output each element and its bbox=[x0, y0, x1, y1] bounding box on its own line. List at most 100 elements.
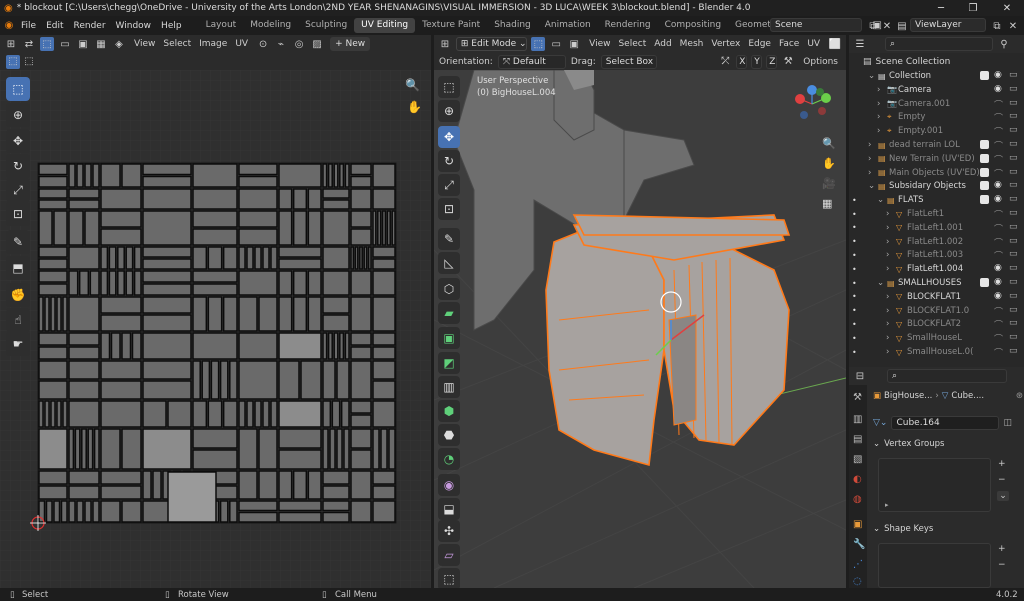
snap-icon[interactable]: ⌁ bbox=[274, 37, 288, 51]
inset-tool-icon[interactable]: ▣ bbox=[438, 327, 460, 349]
knife-tool-icon[interactable]: ⬢ bbox=[438, 400, 460, 422]
tool-tab-icon[interactable]: ⚒ bbox=[853, 392, 862, 403]
expand-arrow-icon[interactable]: › bbox=[886, 347, 889, 357]
sync-selection-icon[interactable]: ⇄ bbox=[22, 37, 36, 51]
vertex-select-icon[interactable]: ⬚ bbox=[40, 37, 54, 51]
mesh-browse-icon[interactable]: ▽⌄ bbox=[873, 418, 887, 428]
visibility-eye-icon[interactable]: ⌒ bbox=[994, 236, 1003, 249]
viewport-zoom-icon[interactable]: 🔍 bbox=[822, 137, 836, 150]
viewport-menu-face[interactable]: Face bbox=[775, 39, 803, 49]
visibility-eye-icon[interactable]: ⌒ bbox=[994, 111, 1003, 124]
island-select-icon[interactable]: ▦ bbox=[94, 37, 108, 51]
add-vertex-group-icon[interactable]: + bbox=[998, 459, 1006, 469]
outliner-row[interactable]: • ⌄ ▤ SMALLHOUSES ◉ ▭ bbox=[849, 276, 1024, 290]
expand-arrow-icon[interactable]: › bbox=[886, 250, 889, 260]
tab-layout[interactable]: Layout bbox=[199, 18, 244, 33]
axis-x-toggle[interactable]: X bbox=[736, 54, 748, 69]
render-camera-icon[interactable]: ▭ bbox=[1009, 84, 1018, 94]
view-layer-field[interactable]: ViewLayer bbox=[910, 18, 986, 32]
shear-tool-icon[interactable]: ▱ bbox=[438, 544, 460, 566]
menu-edit[interactable]: Edit bbox=[41, 21, 68, 31]
axis-y-toggle[interactable]: Y bbox=[751, 54, 763, 69]
expand-arrow-icon[interactable]: › bbox=[868, 140, 871, 150]
zoom-icon[interactable]: 🔍 bbox=[405, 78, 420, 92]
outliner-row[interactable]: • › ▽ FlatLeft1.001 ⌒ ▭ bbox=[849, 221, 1024, 235]
physics-tab-icon[interactable]: ◌ bbox=[853, 576, 862, 587]
bevel-tool-icon[interactable]: ◩ bbox=[438, 352, 460, 374]
rip-region-tool-icon[interactable]: ⬚ bbox=[438, 568, 460, 588]
expand-arrow-icon[interactable]: ⌄ bbox=[868, 71, 875, 81]
remove-vertex-group-icon[interactable]: − bbox=[998, 475, 1006, 485]
viewport-menu-add[interactable]: Add bbox=[650, 39, 675, 49]
outliner-row[interactable]: ⌄ ▤ Collection ◉ ▭ bbox=[849, 69, 1024, 83]
loopcut-tool-icon[interactable]: ▥ bbox=[438, 376, 460, 398]
visibility-eye-icon[interactable]: ⌒ bbox=[994, 125, 1003, 138]
vp-move-tool-icon[interactable]: ✥ bbox=[438, 126, 460, 148]
filter-icon[interactable]: ⚲ bbox=[997, 37, 1011, 51]
move-tool-icon[interactable]: ✥ bbox=[6, 129, 30, 153]
tab-shading[interactable]: Shading bbox=[487, 18, 538, 33]
orientation-dropdown[interactable]: ⤧ Default bbox=[497, 54, 566, 69]
smooth-tool-icon[interactable]: ◉ bbox=[438, 474, 460, 496]
expand-arrow-icon[interactable]: › bbox=[877, 112, 880, 122]
visibility-eye-icon[interactable]: ◉ bbox=[994, 263, 1002, 273]
render-camera-icon[interactable]: ▭ bbox=[1009, 305, 1018, 315]
delete-view-layer-icon[interactable]: ✕ bbox=[1006, 19, 1020, 33]
visibility-eye-icon[interactable]: ◉ bbox=[994, 70, 1002, 80]
visibility-eye-icon[interactable]: ⌒ bbox=[994, 153, 1003, 166]
3d-viewport[interactable]: User Perspective (0) BigHouseL.004 ⬚ ⊕ ✥ ↻ ⤢… bbox=[434, 70, 846, 588]
render-camera-icon[interactable]: ▭ bbox=[1009, 98, 1018, 108]
shape-keys-list[interactable] bbox=[878, 543, 991, 588]
viewport-menu-mesh[interactable]: Mesh bbox=[676, 39, 708, 49]
annotate-tool-icon[interactable]: ✎ bbox=[6, 230, 30, 254]
expand-arrow-icon[interactable]: › bbox=[886, 333, 889, 343]
visibility-eye-icon[interactable]: ⌒ bbox=[994, 249, 1003, 262]
vp-transform-tool-icon[interactable]: ⊡ bbox=[438, 198, 460, 220]
scene-tab-icon[interactable]: ◐ bbox=[853, 474, 862, 485]
uv-menu-image[interactable]: Image bbox=[195, 39, 231, 49]
visibility-eye-icon[interactable]: ◉ bbox=[994, 277, 1002, 287]
viewport-extra-icon[interactable]: ⬜ bbox=[828, 37, 842, 51]
edge-slide-tool-icon[interactable]: ⬓ bbox=[438, 498, 460, 520]
exclude-checkbox[interactable] bbox=[980, 140, 989, 149]
expand-arrow-icon[interactable]: › bbox=[886, 306, 889, 316]
pinch-tool-icon[interactable]: ☛ bbox=[6, 332, 30, 356]
visibility-eye-icon[interactable]: ⌒ bbox=[994, 208, 1003, 221]
expand-arrow-icon[interactable]: › bbox=[877, 126, 880, 136]
render-camera-icon[interactable]: ▭ bbox=[1009, 111, 1018, 121]
outliner-row[interactable]: ⌄ ▤ Subsidary Objects ◉ ▭ bbox=[849, 179, 1024, 193]
visibility-eye-icon[interactable]: ⌒ bbox=[994, 167, 1003, 180]
outliner-row[interactable]: › ⌖ Empty ⌒ ▭ bbox=[849, 110, 1024, 124]
tab-texture-paint[interactable]: Texture Paint bbox=[415, 18, 487, 33]
shrink-tool-icon[interactable]: ✣ bbox=[438, 520, 460, 542]
edge-select-icon[interactable]: ▭ bbox=[58, 37, 72, 51]
new-image-button[interactable]: + New bbox=[330, 37, 371, 51]
properties-type-icon[interactable]: ⊟ bbox=[853, 369, 867, 383]
visibility-eye-icon[interactable]: ◉ bbox=[994, 84, 1002, 94]
exclude-checkbox[interactable] bbox=[980, 195, 989, 205]
render-camera-icon[interactable]: ▭ bbox=[1009, 180, 1018, 190]
pin-icon[interactable]: ⊛ bbox=[1016, 391, 1023, 401]
vp-cursor-tool-icon[interactable]: ⊕ bbox=[438, 100, 460, 122]
expand-arrow-icon[interactable]: › bbox=[886, 237, 889, 247]
scale-tool-icon[interactable]: ⤢ bbox=[6, 178, 30, 202]
new-view-layer-icon[interactable]: ⧉ bbox=[990, 19, 1004, 33]
uv-menu-view[interactable]: View bbox=[130, 39, 159, 49]
vertex-mode-icon[interactable]: ⬚ bbox=[531, 37, 546, 51]
mode-dropdown[interactable]: ⊞ Edit Mode ⌄ bbox=[455, 37, 528, 51]
tab-modeling[interactable]: Modeling bbox=[243, 18, 298, 33]
uv-sticky-icon[interactable]: ◈ bbox=[112, 37, 126, 51]
image-browse-icon[interactable]: ▨ bbox=[310, 37, 324, 51]
render-camera-icon[interactable]: ▭ bbox=[1009, 346, 1018, 356]
menu-render[interactable]: Render bbox=[69, 21, 111, 31]
outliner-row[interactable]: • › ▽ FlatLeft1.004 ◉ ▭ bbox=[849, 262, 1024, 276]
menu-window[interactable]: Window bbox=[111, 21, 157, 31]
visibility-eye-icon[interactable]: ⌒ bbox=[994, 332, 1003, 345]
outliner-row[interactable]: • ⌄ ▤ FLATS ◉ ▭ bbox=[849, 193, 1024, 207]
exclude-checkbox[interactable] bbox=[980, 181, 989, 191]
exclude-checkbox[interactable] bbox=[980, 278, 989, 287]
expand-arrow-icon[interactable]: ⌄ bbox=[877, 278, 884, 288]
view-layer-icon[interactable]: ▤ bbox=[895, 19, 909, 33]
tab-compositing[interactable]: Compositing bbox=[658, 18, 728, 33]
polybuild-tool-icon[interactable]: ⬣ bbox=[438, 424, 460, 446]
